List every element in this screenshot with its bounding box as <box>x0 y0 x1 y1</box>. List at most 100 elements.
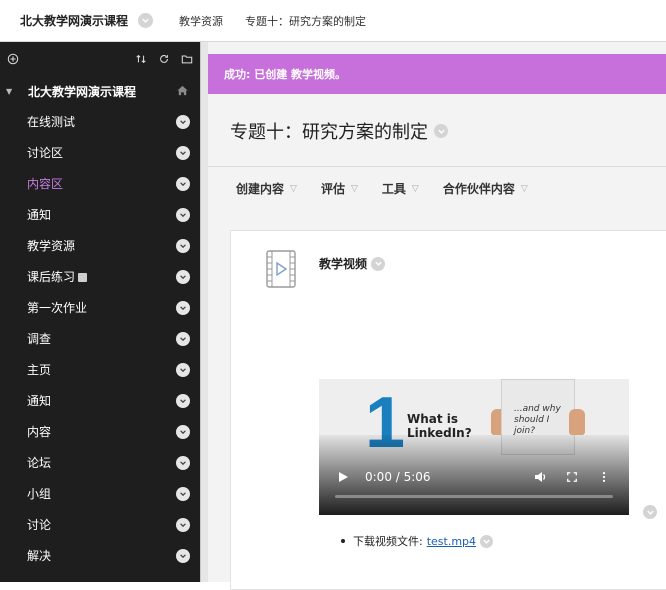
add-circle-icon[interactable] <box>6 52 20 66</box>
download-file-link[interactable]: test.mp4 <box>427 535 476 548</box>
course-name[interactable]: 北大教学网演示课程 <box>20 12 128 29</box>
sidebar-item-groups[interactable]: 小组 <box>0 478 200 509</box>
tools-menu[interactable]: 工具 ▽ <box>382 180 419 197</box>
collapse-caret-icon[interactable]: ▼ <box>6 87 16 96</box>
item-options-icon[interactable] <box>176 486 190 501</box>
sidebar-item-label: 讨论 <box>27 518 52 532</box>
breadcrumb-item[interactable]: 教学资源 <box>179 13 223 29</box>
item-options-icon[interactable] <box>176 300 190 315</box>
sidebar-item-discussion-board[interactable]: 讨论区 <box>0 137 200 168</box>
item-options-icon[interactable] <box>176 362 190 377</box>
sidebar-item-content-area[interactable]: 内容区 <box>0 168 200 199</box>
sidebar-item-label: 小组 <box>27 487 52 501</box>
video-progress-bar[interactable] <box>335 495 613 498</box>
play-icon[interactable] <box>337 471 349 483</box>
page-options-chevron-icon[interactable] <box>434 124 448 138</box>
course-menu-chevron-icon[interactable] <box>138 13 154 28</box>
sign-line: ...and why <box>514 404 561 414</box>
sidebar-item-label: 主页 <box>27 363 52 377</box>
download-row: 下载视频文件: test.mp4 <box>341 533 494 549</box>
content-item-card: 教学视频 1 What is LinkedIn? ...and why shou… <box>230 230 666 590</box>
sidebar-item-label: 第一次作业 <box>27 301 88 315</box>
top-bar: 北大教学网演示课程 教学资源 专题十：研究方案的制定 <box>0 0 666 42</box>
sidebar-item-label: 内容区 <box>27 177 64 191</box>
assessments-menu[interactable]: 评估 ▽ <box>321 180 358 197</box>
chevron-down-icon: ▽ <box>411 183 419 194</box>
chevron-down-icon: ▽ <box>350 183 358 194</box>
item-options-icon[interactable] <box>176 548 190 563</box>
item-options-icon[interactable] <box>176 455 190 470</box>
sidebar-item-homepage[interactable]: 主页 <box>0 354 200 385</box>
sidebar-item-label: 讨论区 <box>27 146 64 160</box>
content-item-title-row: 教学视频 <box>319 255 386 272</box>
document-icon <box>78 273 88 282</box>
item-options-icon[interactable] <box>176 145 190 160</box>
sidebar-item-label: 教学资源 <box>27 239 76 253</box>
video-controls: 0:00 / 5:06 <box>319 465 629 489</box>
sidebar-course-header[interactable]: ▼ 北大教学网演示课程 <box>0 76 200 106</box>
sidebar-item-exercises[interactable]: 课后练习 <box>0 261 200 292</box>
sidebar-toolbar <box>0 42 200 76</box>
action-label: 合作伙伴内容 <box>442 182 515 196</box>
item-options-icon[interactable] <box>176 238 190 253</box>
sidebar-menu: 在线测试 讨论区 内容区 通知 教学资源 课后练习 第一次作业 调查 主页 通知… <box>0 106 200 571</box>
more-options-icon[interactable] <box>597 470 611 484</box>
item-options-icon[interactable] <box>176 114 190 129</box>
sidebar-item-label: 在线测试 <box>27 115 76 129</box>
video-file-icon <box>266 250 296 288</box>
chevron-down-icon: ▽ <box>520 183 528 194</box>
item-options-chevron-icon[interactable] <box>371 256 386 271</box>
sidebar-item-discussion[interactable]: 讨论 <box>0 509 200 540</box>
video-options-chevron-icon[interactable] <box>643 505 657 519</box>
file-options-chevron-icon[interactable] <box>480 534 494 548</box>
main-content: 成功: 已创建 教学视频。 专题十：研究方案的制定 创建内容 ▽ 评估 ▽ 工具 ▽ … <box>208 42 666 590</box>
sidebar-course-title: 北大教学网演示课程 <box>28 84 137 99</box>
content-item-title[interactable]: 教学视频 <box>319 255 367 272</box>
sidebar-item-forum[interactable]: 论坛 <box>0 447 200 478</box>
item-options-icon[interactable] <box>176 269 190 284</box>
action-label: 评估 <box>320 182 345 196</box>
sidebar-resize-handle[interactable] <box>200 42 208 582</box>
folder-icon[interactable] <box>180 52 194 66</box>
create-content-menu[interactable]: 创建内容 ▽ <box>236 180 297 197</box>
title-divider <box>208 166 666 167</box>
sidebar-item-first-assignment[interactable]: 第一次作业 <box>0 292 200 323</box>
sidebar-item-solutions[interactable]: 解决 <box>0 540 200 571</box>
action-label: 创建内容 <box>236 182 285 196</box>
volume-icon[interactable] <box>533 470 547 484</box>
sidebar-item-content[interactable]: 内容 <box>0 416 200 447</box>
home-icon[interactable] <box>176 84 190 98</box>
page-title: 专题十：研究方案的制定 <box>230 122 428 143</box>
sidebar-item-label: 论坛 <box>27 456 52 470</box>
success-message: 成功: 已创建 教学视频。 <box>224 68 347 81</box>
item-options-icon[interactable] <box>176 176 190 191</box>
sidebar-item-label: 调查 <box>27 332 52 346</box>
item-options-icon[interactable] <box>176 207 190 222</box>
chevron-down-icon: ▽ <box>290 183 297 194</box>
course-sidebar: ▼ 北大教学网演示课程 在线测试 讨论区 内容区 通知 教学资源 课后练习 第一… <box>0 42 200 582</box>
partner-content-menu[interactable]: 合作伙伴内容 ▽ <box>443 180 528 197</box>
breadcrumb-current: 专题十：研究方案的制定 <box>245 14 367 28</box>
sidebar-item-notices[interactable]: 通知 <box>0 385 200 416</box>
fullscreen-icon[interactable] <box>565 470 579 484</box>
sign-line: should I <box>514 414 550 425</box>
video-player[interactable]: 1 What is LinkedIn? ...and why should I … <box>319 379 629 515</box>
item-options-icon[interactable] <box>176 393 190 408</box>
sidebar-item-teaching-resources[interactable]: 教学资源 <box>0 230 200 261</box>
sidebar-item-label: 通知 <box>27 208 52 222</box>
success-banner: 成功: 已创建 教学视频。 <box>208 54 666 94</box>
sidebar-item-announcements[interactable]: 通知 <box>0 199 200 230</box>
sort-arrows-icon[interactable] <box>134 52 148 66</box>
sidebar-item-survey[interactable]: 调查 <box>0 323 200 354</box>
sidebar-item-online-test[interactable]: 在线测试 <box>0 106 200 137</box>
right-hand-shape <box>569 409 585 435</box>
toolbar-spacer <box>29 52 125 66</box>
item-options-icon[interactable] <box>176 331 190 346</box>
sidebar-item-label: 课后练习 <box>27 270 76 284</box>
sidebar-item-label: 解决 <box>27 549 52 563</box>
item-options-icon[interactable] <box>176 424 190 439</box>
action-bar: 创建内容 ▽ 评估 ▽ 工具 ▽ 合作伙伴内容 ▽ <box>236 180 552 197</box>
bullet-icon <box>341 539 345 543</box>
refresh-icon[interactable] <box>157 52 171 66</box>
item-options-icon[interactable] <box>176 517 190 532</box>
